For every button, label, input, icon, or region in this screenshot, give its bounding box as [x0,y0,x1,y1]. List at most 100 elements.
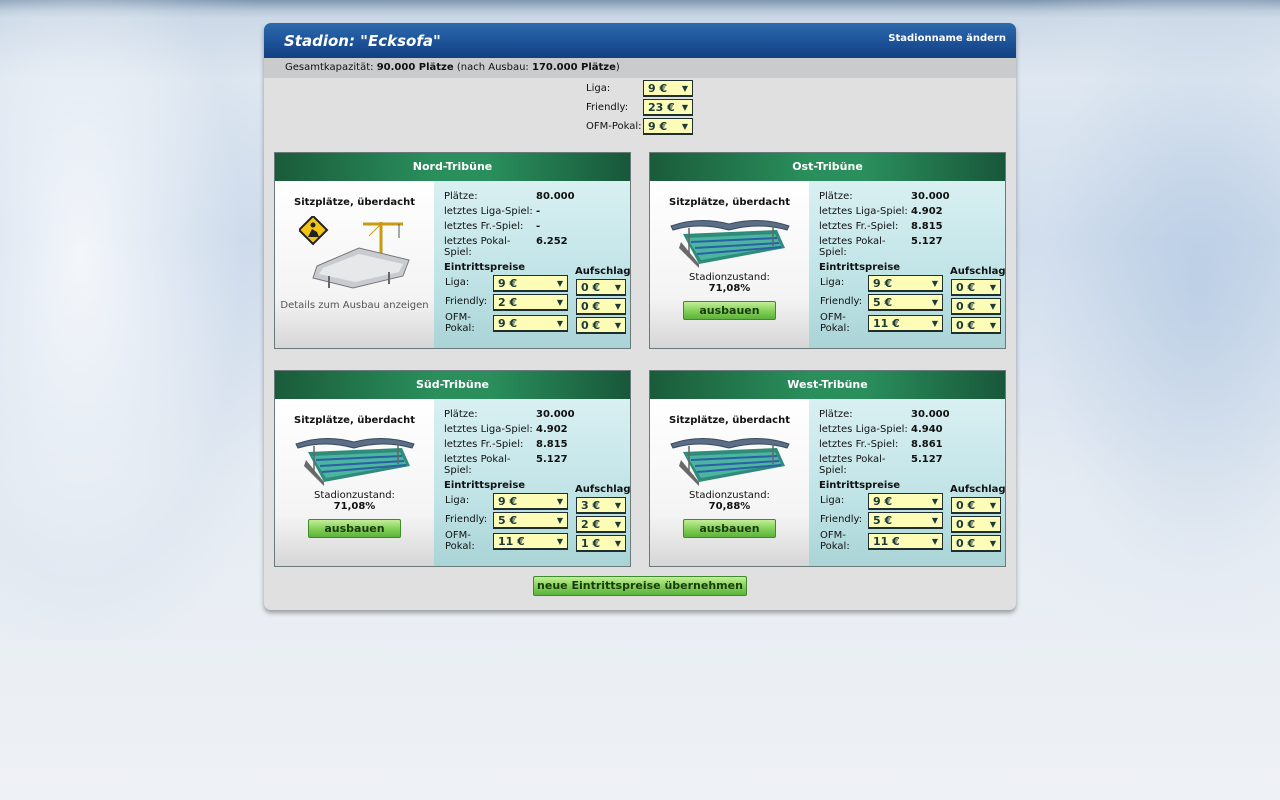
capacity-after-label: (nach Ausbau: [456,62,529,73]
chevron-down-icon: ▼ [989,321,996,330]
price-liga-select[interactable]: 9 € ▼ [493,493,568,510]
surcharge-pokal-select[interactable]: 1 € ▼ [576,535,626,552]
seat-type: Sitzplätze, überdacht [294,415,415,426]
global-liga-select[interactable]: 9 € ▼ [643,80,693,97]
capacity-current: 90.000 Plätze [376,62,454,73]
stat-row: Plätze: 80.000 [444,191,575,206]
surcharge-pokal-value: 0 € [956,319,976,332]
prices-heading: Eintrittspreise [819,480,901,491]
price-friendly-select[interactable]: 5 € ▼ [868,294,943,311]
price-label-pokal: Pokal: [820,323,850,334]
global-friendly-label: Friendly: [586,102,629,113]
stat-label-last-friendly: letztes Fr.-Spiel: [819,221,899,232]
price-friendly-select[interactable]: 5 € ▼ [493,512,568,529]
global-friendly-select[interactable]: 23 € ▼ [643,99,693,116]
price-label-pokal: Pokal: [820,541,850,552]
stat-label-last-liga: letztes Liga-Spiel: [819,206,908,217]
stat-row: letztes Pokal-Spiel: 6.252 [444,236,575,258]
chevron-down-icon: ▼ [989,520,996,529]
stand-title: Nord-Tribüne [275,153,630,181]
surcharge-friendly-select[interactable]: 0 € ▼ [951,298,1001,315]
chevron-down-icon: ▼ [556,497,563,506]
panel-header: Stadion: "Ecksofa" Stadionname ändern [264,23,1016,58]
chevron-down-icon: ▼ [989,302,996,311]
stat-row: letztes Pokal-Spiel: 5.127 [444,454,575,476]
rename-stadium-link[interactable]: Stadionname ändern [888,33,1006,44]
chevron-down-icon: ▼ [931,516,938,525]
stat-value-last-friendly: - [536,221,541,232]
stat-row: letztes Liga-Spiel: 4.902 [444,424,575,439]
global-pokal-select[interactable]: 9 € ▼ [643,118,693,135]
chevron-down-icon: ▼ [614,302,621,311]
stat-label-last-pokal: letztes Pokal-Spiel: [444,236,511,258]
stat-row: letztes Fr.-Spiel: 8.815 [819,221,950,236]
price-pokal-select[interactable]: 11 € ▼ [868,533,943,550]
surcharge-friendly-select[interactable]: 0 € ▼ [951,516,1001,533]
stats-list: Plätze: 80.000 letztes Liga-Spiel: - letzt… [444,191,575,258]
price-pokal-value: 11 € [873,317,900,330]
chevron-down-icon: ▼ [931,319,938,328]
stat-value-plaetze: 30.000 [536,409,575,420]
price-friendly-select[interactable]: 2 € ▼ [493,294,568,311]
surcharge-friendly-value: 0 € [956,518,976,531]
global-liga-value: 9 € [648,82,668,95]
expand-button[interactable]: ausbauen [683,519,776,538]
price-pokal-select[interactable]: 9 € ▼ [493,315,568,332]
condition-label: Stadionzustand: [314,490,395,501]
surcharge-pokal-select[interactable]: 0 € ▼ [951,317,1001,334]
surcharge-liga-select[interactable]: 3 € ▼ [576,497,626,514]
surcharge-liga-select[interactable]: 0 € ▼ [576,279,626,296]
price-label-pokal: Pokal: [445,323,475,334]
seat-type: Sitzplätze, überdacht [669,415,790,426]
stat-value-last-liga: 4.902 [911,206,943,217]
stat-label-last-pokal: letztes Pokal-Spiel: [819,454,886,476]
stand-stats: Plätze: 30.000 letztes Liga-Spiel: 4.902 l… [809,181,1006,348]
price-friendly-value: 5 € [498,514,518,527]
stat-row: letztes Liga-Spiel: 4.940 [819,424,950,439]
surcharge-liga-select[interactable]: 0 € ▼ [951,279,1001,296]
price-liga-value: 9 € [498,495,518,508]
seat-type: Sitzplätze, überdacht [669,197,790,208]
surcharge-friendly-select[interactable]: 0 € ▼ [576,298,626,315]
stand-card-ost: Ost-Tribüne Sitzplätze, überdacht Stadio… [649,152,1006,349]
chevron-down-icon: ▼ [681,84,688,93]
stat-label-plaetze: Plätze: [444,409,478,420]
stat-row: letztes Fr.-Spiel: - [444,221,575,236]
background-glow-right [1010,0,1280,640]
price-liga-value: 9 € [498,277,518,290]
apply-prices-button[interactable]: neue Eintrittspreise übernehmen [533,576,747,596]
price-pokal-select[interactable]: 11 € ▼ [868,315,943,332]
global-price-pokal-row: OFM-Pokal: 9 € ▼ [586,117,693,136]
price-liga-select[interactable]: 9 € ▼ [868,275,943,292]
stat-value-last-liga: 4.902 [536,424,568,435]
stat-label-last-liga: letztes Liga-Spiel: [444,424,533,435]
construction-site-icon [298,216,410,289]
expand-button[interactable]: ausbauen [308,519,401,538]
price-liga-select[interactable]: 9 € ▼ [493,275,568,292]
surcharge-pokal-select[interactable]: 0 € ▼ [576,317,626,334]
stand-title: Ost-Tribüne [650,153,1005,181]
chevron-down-icon: ▼ [681,122,688,131]
price-liga-select[interactable]: 9 € ▼ [868,493,943,510]
surcharge-pokal-select[interactable]: 0 € ▼ [951,535,1001,552]
stat-row: letztes Liga-Spiel: 4.902 [819,206,950,221]
stand-info: Sitzplätze, überdacht Stadionzustand: 70… [650,399,809,566]
stat-label-plaetze: Plätze: [444,191,478,202]
price-friendly-value: 5 € [873,514,893,527]
expand-button[interactable]: ausbauen [683,301,776,320]
chevron-down-icon: ▼ [931,279,938,288]
price-pokal-value: 9 € [498,317,518,330]
surcharge-heading: Aufschlag [575,484,631,495]
price-friendly-select[interactable]: 5 € ▼ [868,512,943,529]
surcharge-friendly-select[interactable]: 2 € ▼ [576,516,626,533]
chevron-down-icon: ▼ [556,516,563,525]
details-expansion-link[interactable]: Details zum Ausbau anzeigen [275,300,434,311]
global-friendly-value: 23 € [648,101,675,114]
global-pokal-value: 9 € [648,120,668,133]
chevron-down-icon: ▼ [931,537,938,546]
stadium-stand-icon [669,438,790,486]
surcharge-liga-select[interactable]: 0 € ▼ [951,497,1001,514]
surcharge-heading: Aufschlag [950,266,1006,277]
price-pokal-select[interactable]: 11 € ▼ [493,533,568,550]
prices-heading: Eintrittspreise [444,262,526,273]
